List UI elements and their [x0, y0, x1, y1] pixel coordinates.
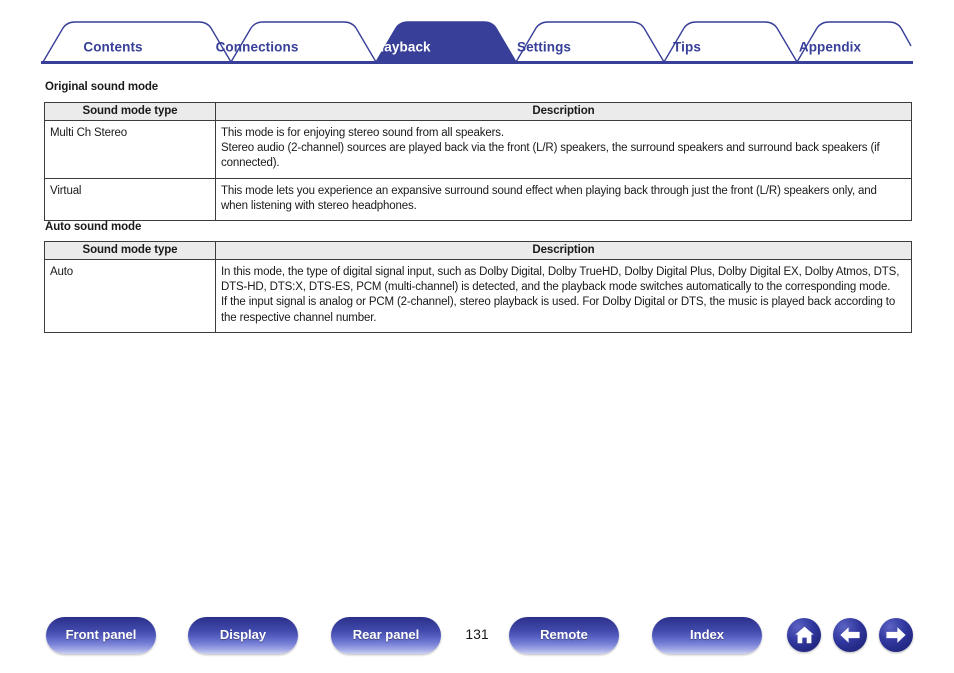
- table-header-row: Sound mode type Description: [44, 102, 912, 121]
- description-line: This mode is for enjoying stereo sound f…: [221, 127, 504, 139]
- description-line: In this mode, the type of digital signal…: [221, 266, 900, 294]
- column-header-sound-mode-type: Sound mode type: [44, 241, 216, 260]
- index-button-label: Index: [690, 627, 724, 642]
- arrow-right-icon: [886, 627, 906, 643]
- bottom-navigation-bar: Front panel Display Rear panel 131 Remot…: [0, 617, 954, 659]
- home-button[interactable]: [787, 618, 821, 652]
- description-line: Stereo audio (2-channel) sources are pla…: [221, 142, 880, 170]
- rear-panel-button[interactable]: Rear panel: [331, 617, 441, 654]
- cell-sound-mode-type: Multi Ch Stereo: [44, 120, 216, 179]
- home-icon: [794, 626, 814, 644]
- cell-description: This mode lets you experience an expansi…: [215, 177, 912, 222]
- column-header-description: Description: [215, 102, 912, 121]
- remote-button[interactable]: Remote: [509, 617, 619, 654]
- description-line: This mode lets you experience an expansi…: [221, 184, 877, 212]
- tab-label-settings[interactable]: Settings: [517, 40, 571, 55]
- cell-sound-mode-type: Auto: [44, 259, 216, 333]
- front-panel-button[interactable]: Front panel: [46, 617, 156, 654]
- display-button[interactable]: Display: [188, 617, 298, 654]
- front-panel-button-label: Front panel: [65, 627, 137, 642]
- cell-description: This mode is for enjoying stereo sound f…: [215, 120, 912, 179]
- main-tab-bar: Contents Connections Playback Settings T…: [41, 16, 913, 64]
- remote-button-label: Remote: [540, 627, 588, 642]
- description-line: If the input signal is analog or PCM (2-…: [221, 296, 896, 324]
- table-row: Virtual This mode lets you experience an…: [44, 177, 912, 222]
- next-page-button[interactable]: [879, 618, 913, 652]
- tab-label-playback[interactable]: Playback: [371, 40, 430, 55]
- tab-label-contents[interactable]: Contents: [83, 40, 142, 55]
- cell-sound-mode-type: Virtual: [44, 177, 216, 222]
- table-auto-sound-mode: Sound mode type Description Auto In this…: [44, 241, 912, 333]
- table-row: Multi Ch Stereo This mode is for enjoyin…: [44, 120, 912, 179]
- cell-description: In this mode, the type of digital signal…: [215, 259, 912, 333]
- tab-label-appendix[interactable]: Appendix: [799, 40, 861, 55]
- display-button-label: Display: [219, 627, 267, 642]
- index-button[interactable]: Index: [652, 617, 762, 654]
- section-heading-original-sound-mode: Original sound mode: [45, 81, 159, 93]
- table-original-sound-mode: Sound mode type Description Multi Ch Ste…: [44, 102, 912, 222]
- column-header-description: Description: [215, 241, 912, 260]
- arrow-left-icon: [840, 627, 860, 643]
- column-header-sound-mode-type: Sound mode type: [44, 102, 216, 121]
- previous-page-button[interactable]: [833, 618, 867, 652]
- tab-bar-shapes: [41, 21, 913, 64]
- tab-bar-baseline: [41, 61, 913, 64]
- tab-label-tips[interactable]: Tips: [673, 40, 701, 55]
- table-row: Auto In this mode, the type of digital s…: [44, 259, 912, 333]
- page-number: 131: [465, 626, 489, 642]
- rear-panel-button-label: Rear panel: [352, 627, 420, 642]
- tab-label-connections[interactable]: Connections: [216, 40, 299, 55]
- section-heading-auto-sound-mode: Auto sound mode: [45, 221, 142, 233]
- table-header-row: Sound mode type Description: [44, 241, 912, 260]
